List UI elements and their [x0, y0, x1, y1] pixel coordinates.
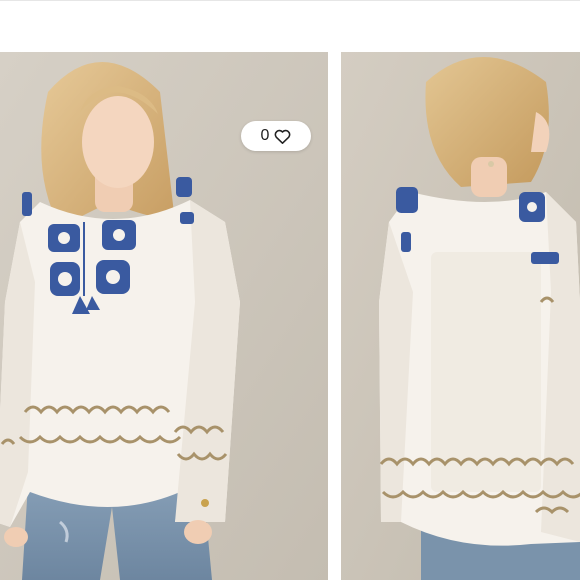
listing-page: 0 — [0, 0, 580, 580]
like-count: 0 — [260, 127, 270, 144]
heart-outline-icon — [275, 129, 291, 144]
header-divider — [0, 0, 580, 1]
product-photo-back[interactable] — [341, 52, 580, 580]
like-button[interactable]: 0 — [241, 121, 311, 151]
back-photo-image — [341, 52, 580, 580]
photo-gallery: 0 — [0, 52, 580, 580]
